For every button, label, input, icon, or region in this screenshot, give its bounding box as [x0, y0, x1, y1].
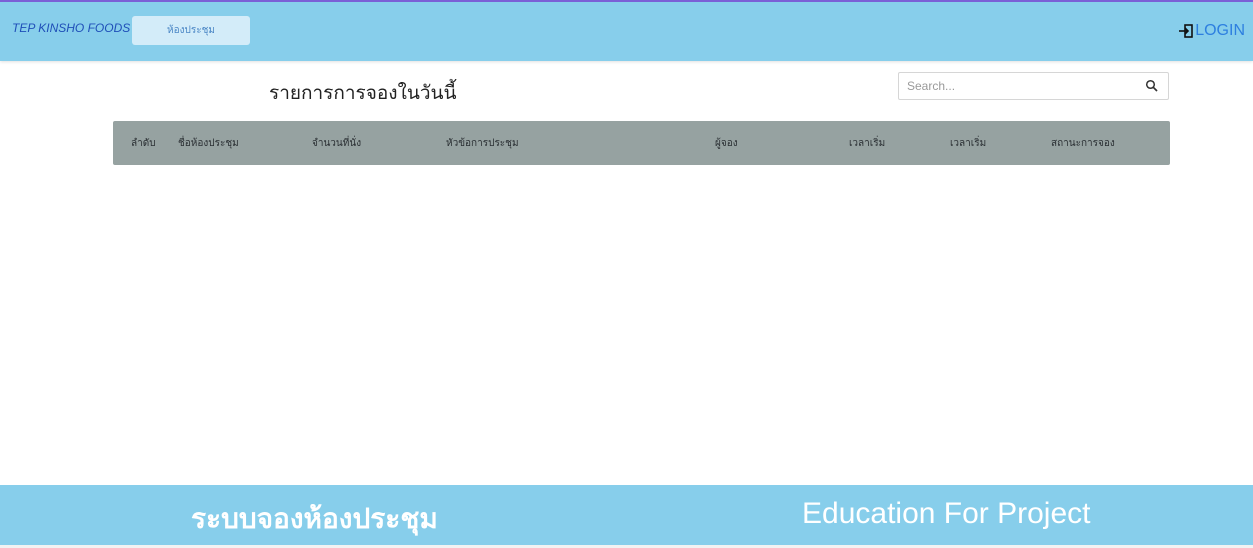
footer-system-title: ระบบจองห้องประชุม: [191, 502, 438, 535]
footer: ระบบจองห้องประชุม Education For Project: [0, 485, 1253, 545]
top-navbar: TEP KINSHO FOODS ห้องประชุม LOGIN: [0, 0, 1253, 61]
column-header-room-name: ชื่อห้องประชุม: [178, 138, 239, 149]
search-box: [898, 72, 1169, 100]
column-header-start-time-2: เวลาเริ่ม: [950, 138, 987, 149]
column-header-order: ลำดับ: [131, 138, 156, 149]
login-label: LOGIN: [1195, 22, 1245, 39]
column-header-start-time: เวลาเริ่ม: [849, 138, 886, 149]
page-title: รายการการจองในวันนี้: [269, 82, 457, 104]
search-input[interactable]: [899, 74, 1145, 98]
column-header-status: สถานะการจอง: [1051, 138, 1115, 149]
nav-item-label: ห้องประชุม: [167, 25, 215, 36]
bookings-table-header: ลำดับ ชื่อห้องประชุม จำนวนที่นั่ง หัวข้อ…: [113, 121, 1170, 165]
footer-tagline: Education For Project: [802, 497, 1091, 530]
brand-logo[interactable]: TEP KINSHO FOODS: [12, 21, 130, 35]
search-icon[interactable]: [1145, 79, 1159, 93]
nav-item-meeting-rooms[interactable]: ห้องประชุม: [132, 16, 250, 45]
login-icon: [1178, 23, 1194, 39]
column-header-topic: หัวข้อการประชุม: [446, 138, 519, 149]
column-header-seats: จำนวนที่นั่ง: [312, 138, 362, 149]
login-link[interactable]: LOGIN: [1178, 22, 1245, 40]
column-header-booker: ผู้จอง: [715, 138, 738, 149]
